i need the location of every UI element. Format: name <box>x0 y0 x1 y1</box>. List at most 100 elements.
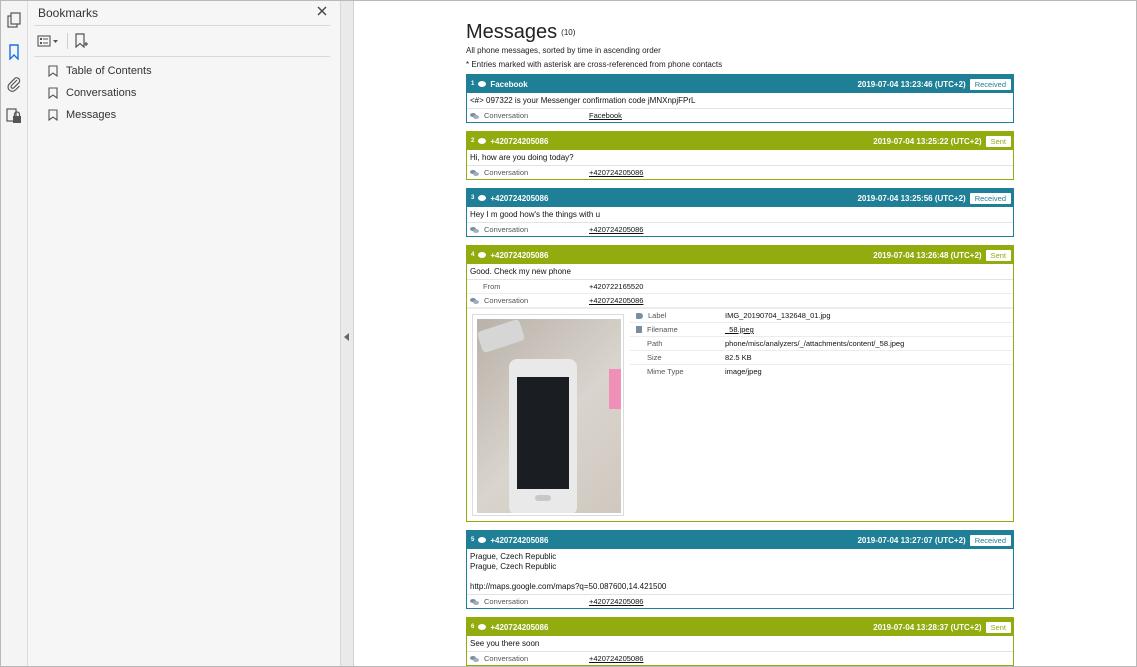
attachment-mime-row: Mime Type image/jpeg <box>630 365 1013 378</box>
message-card: 3 +420724205086 2019-07-04 13:25:56 (UTC… <box>466 188 1014 237</box>
message-body: Hi, how are you doing today? <box>467 150 1013 166</box>
page-subtitle: All phone messages, sorted by time in as… <box>466 46 661 55</box>
message-index: 2 <box>471 138 475 144</box>
path-key: Path <box>647 339 663 348</box>
conversation-label: Conversation <box>484 296 529 305</box>
tag-icon <box>636 312 643 319</box>
conversation-icon <box>470 655 479 662</box>
message-sender: +420724205086 <box>490 250 549 260</box>
conversation-link[interactable]: Facebook <box>589 111 622 120</box>
bookmark-table-of-contents[interactable]: Table of Contents <box>48 61 152 81</box>
message-sender: +420724205086 <box>490 136 549 146</box>
title-text: Messages <box>466 21 558 43</box>
conversation-key: Conversation <box>467 168 589 177</box>
conversation-row: Conversation Facebook <box>467 109 1013 122</box>
panel-splitter[interactable] <box>341 1 354 666</box>
conversation-row: Conversation +420724205086 <box>467 223 1013 236</box>
chat-bubble-icon <box>478 537 487 543</box>
attachment-thumbnail[interactable] <box>472 314 624 516</box>
bookmark-icon <box>48 87 58 99</box>
mime-value: image/jpeg <box>725 367 762 376</box>
chat-bubble-icon <box>478 195 487 201</box>
message-time: 2019-07-04 13:27:07 (UTC+2) <box>857 535 966 545</box>
bookmark-options-button[interactable] <box>37 31 59 51</box>
message-line: http://maps.google.com/maps?q=50.087600,… <box>470 582 667 591</box>
status-badge: Received <box>969 192 1011 204</box>
message-index: 5 <box>471 537 475 543</box>
conversation-icon <box>470 169 479 176</box>
bookmark-icon <box>48 65 58 77</box>
message-line: Prague, Czech Republic <box>470 552 557 561</box>
status-badge: Received <box>969 534 1011 546</box>
size-value: 82.5 KB <box>725 353 752 362</box>
bookmarks-panel-title: Bookmarks <box>38 6 99 20</box>
message-body: Good. Check my new phone <box>467 264 1013 280</box>
from-label: From <box>483 282 501 291</box>
size-key: Size <box>647 353 662 362</box>
chat-bubble-icon <box>478 252 487 258</box>
conversation-row: Conversation +420724205086 <box>467 294 1013 308</box>
filename-key: Filename <box>630 325 725 334</box>
side-toolbar <box>1 1 28 666</box>
layers-lock-icon[interactable] <box>3 105 25 127</box>
conversation-key: Conversation <box>467 296 589 305</box>
conversation-icon <box>470 112 479 119</box>
attachment: Label IMG_20190704_132648_01.jpg Filenam… <box>467 308 1013 516</box>
message-line <box>470 572 1010 582</box>
collapse-arrow-icon[interactable] <box>344 333 349 341</box>
conversation-link[interactable]: +420724205086 <box>589 168 643 177</box>
message-card: 2 +420724205086 2019-07-04 13:25:22 (UTC… <box>466 131 1014 180</box>
message-sender: +420724205086 <box>490 535 549 545</box>
conversation-key: Conversation <box>467 654 589 663</box>
bookmark-label: Conversations <box>66 87 137 99</box>
conversation-row: Conversation +420724205086 <box>467 595 1013 608</box>
page-title: Messages (10) <box>466 21 575 44</box>
conversation-key: Conversation <box>467 597 589 606</box>
conversation-link[interactable]: +420724205086 <box>589 296 643 305</box>
message-header: 5 +420724205086 2019-07-04 13:27:07 (UTC… <box>467 531 1013 549</box>
divider <box>34 25 330 26</box>
bookmark-label: Messages <box>66 109 117 121</box>
phone-photo <box>477 319 621 513</box>
attachment-filename-row: Filename _58.jpeg <box>630 323 1013 337</box>
from-row: From +420722165520 <box>467 280 1013 294</box>
conversation-label: Conversation <box>484 654 529 663</box>
conversation-icon <box>470 297 479 304</box>
conversation-row: Conversation +420724205086 <box>467 166 1013 179</box>
chat-bubble-icon <box>478 81 487 87</box>
conversation-link[interactable]: +420724205086 <box>589 654 643 663</box>
file-icon <box>636 326 642 333</box>
attachment-metadata: Label IMG_20190704_132648_01.jpg Filenam… <box>630 309 1013 378</box>
pages-icon[interactable] <box>3 9 25 31</box>
message-sender: +420724205086 <box>490 622 549 632</box>
close-icon[interactable] <box>313 2 331 20</box>
bookmark-messages[interactable]: Messages <box>48 105 116 125</box>
message-count: (10) <box>561 28 576 38</box>
filename-link[interactable]: _58.jpeg <box>725 325 754 334</box>
page-note: * Entries marked with asterisk are cross… <box>466 60 723 69</box>
message-header: 1 Facebook 2019-07-04 13:23:46 (UTC+2) R… <box>467 75 1013 93</box>
conversation-label: Conversation <box>484 111 529 120</box>
status-badge: Sent <box>985 249 1011 261</box>
conversation-link[interactable]: +420724205086 <box>589 225 643 234</box>
sticky-note-image-part <box>609 369 621 409</box>
conversation-link[interactable]: +420724205086 <box>589 597 643 606</box>
conversation-label: Conversation <box>484 168 529 177</box>
message-time: 2019-07-04 13:25:22 (UTC+2) <box>873 136 982 146</box>
bookmark-icon[interactable] <box>3 41 25 63</box>
conversation-icon <box>470 598 479 605</box>
message-body: See you there soon <box>467 636 1013 652</box>
document-view: Messages (10) All phone messages, sorted … <box>354 1 1136 666</box>
message-sender: +420724205086 <box>490 193 549 203</box>
paperclip-icon[interactable] <box>3 73 25 95</box>
message-index: 3 <box>471 195 475 201</box>
bookmark-conversations[interactable]: Conversations <box>48 83 136 103</box>
status-badge: Sent <box>985 621 1011 633</box>
conversation-icon <box>470 226 479 233</box>
new-bookmark-button[interactable] <box>73 31 89 51</box>
phone-screen-image-part <box>517 377 569 489</box>
conversation-key: Conversation <box>467 225 589 234</box>
label-value: IMG_20190704_132648_01.jpg <box>725 311 831 320</box>
attachment-label-row: Label IMG_20190704_132648_01.jpg <box>630 309 1013 323</box>
message-time: 2019-07-04 13:28:37 (UTC+2) <box>873 622 982 632</box>
